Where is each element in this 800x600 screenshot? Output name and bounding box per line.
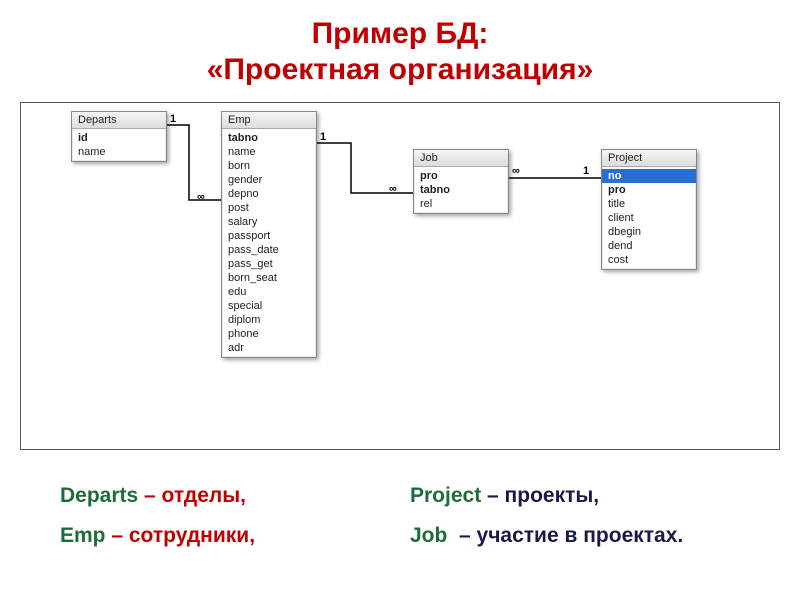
field: adr — [222, 341, 316, 355]
legend-term: Job — [410, 524, 447, 547]
table-job[interactable]: Job pro tabno rel — [413, 149, 509, 214]
field: post — [222, 201, 316, 215]
field: tabno — [414, 183, 508, 197]
legend-job: Job – участие в проектах. — [410, 516, 760, 556]
legend-term: Departs — [60, 484, 138, 507]
table-project-header: Project — [602, 150, 696, 167]
field: gender — [222, 173, 316, 187]
legend-departs: Departs – отделы, — [60, 476, 410, 516]
field: dbegin — [602, 225, 696, 239]
field: depno — [222, 187, 316, 201]
table-departs-header: Departs — [72, 112, 166, 129]
legend-term: Project — [410, 484, 481, 507]
legend-term: Emp — [60, 524, 106, 547]
rel-emp-one: 1 — [320, 131, 326, 143]
rel-job-many-l: ∞ — [389, 183, 397, 195]
title-line-2: «Проектная организация» — [0, 52, 800, 88]
table-emp-fields: tabno name born gender depno post salary… — [222, 129, 316, 357]
field: pro — [414, 169, 508, 183]
rel-job-many-r: ∞ — [512, 165, 520, 177]
rel-emp-many: ∞ — [197, 191, 205, 203]
legend-def: – участие в проектах. — [459, 524, 683, 547]
field: rel — [414, 197, 508, 211]
slide-title: Пример БД: «Проектная организация» — [0, 0, 800, 88]
table-departs-fields: id name — [72, 129, 166, 161]
field: tabno — [222, 131, 316, 145]
field: pass_get — [222, 257, 316, 271]
legend-def: – проекты, — [487, 484, 599, 507]
legend-def: – сотрудники, — [111, 524, 255, 547]
field: special — [222, 299, 316, 313]
field: pro — [602, 183, 696, 197]
table-emp[interactable]: Emp tabno name born gender depno post sa… — [221, 111, 317, 358]
field: name — [222, 145, 316, 159]
field: dend — [602, 239, 696, 253]
field: born — [222, 159, 316, 173]
legend: Departs – отделы, Project – проекты, Emp… — [0, 450, 800, 556]
field: edu — [222, 285, 316, 299]
title-line-1: Пример БД: — [0, 16, 800, 52]
field: title — [602, 197, 696, 211]
table-project[interactable]: Project no pro title client dbegin dend … — [601, 149, 697, 270]
field: name — [72, 145, 166, 159]
field-selected: no — [602, 169, 696, 183]
table-project-fields: no pro title client dbegin dend cost — [602, 167, 696, 269]
field: cost — [602, 253, 696, 267]
table-emp-header: Emp — [222, 112, 316, 129]
er-canvas: 1 ∞ 1 ∞ ∞ 1 Departs id name Emp tabno na… — [20, 102, 780, 450]
field: salary — [222, 215, 316, 229]
table-job-fields: pro tabno rel — [414, 167, 508, 213]
field: passport — [222, 229, 316, 243]
legend-project: Project – проекты, — [410, 476, 760, 516]
table-job-header: Job — [414, 150, 508, 167]
field: id — [72, 131, 166, 145]
rel-departs-one: 1 — [170, 113, 176, 125]
field: born_seat — [222, 271, 316, 285]
legend-def: – отделы, — [144, 484, 246, 507]
rel-project-one: 1 — [583, 165, 589, 177]
field: diplom — [222, 313, 316, 327]
legend-emp: Emp – сотрудники, — [60, 516, 410, 556]
field: client — [602, 211, 696, 225]
table-departs[interactable]: Departs id name — [71, 111, 167, 162]
field: phone — [222, 327, 316, 341]
field: pass_date — [222, 243, 316, 257]
